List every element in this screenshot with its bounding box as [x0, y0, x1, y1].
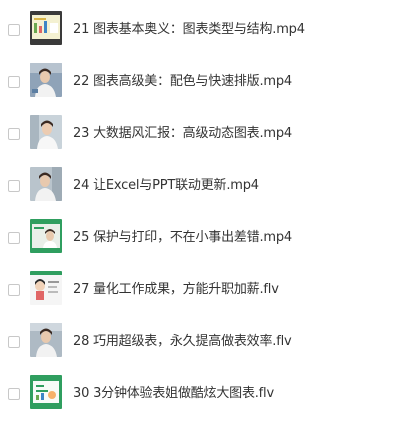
file-name[interactable]: 21 图表基本奥义：图表类型与结构.mp4: [73, 22, 305, 38]
list-item[interactable]: 27 量化工作成果，方能升职加薪.flv: [0, 269, 416, 321]
list-item[interactable]: 30 3分钟体验表姐做酷炫大图表.flv: [0, 373, 416, 425]
list-item[interactable]: 21 图表基本奥义：图表类型与结构.mp4: [0, 9, 416, 61]
list-item[interactable]: 28 巧用超级表，永久提高做表效率.flv: [0, 321, 416, 373]
file-list: 21 图表基本奥义：图表类型与结构.mp4 22 图表高级美：配色与快速排版.m…: [0, 0, 416, 412]
list-item[interactable]: 25 保护与打印，不在小事出差错.mp4: [0, 217, 416, 269]
select-checkbox[interactable]: [8, 76, 20, 88]
presenter-green-slide-thumbnail: [30, 219, 62, 253]
select-checkbox[interactable]: [8, 284, 20, 296]
list-item[interactable]: 23 大数据风汇报：高级动态图表.mp4: [0, 113, 416, 165]
file-name[interactable]: 22 图表高级美：配色与快速排版.mp4: [73, 74, 292, 90]
green-title-slide-thumbnail: [30, 375, 62, 409]
file-name[interactable]: 25 保护与打印，不在小事出差错.mp4: [73, 230, 292, 246]
list-item[interactable]: 22 图表高级美：配色与快速排版.mp4: [0, 61, 416, 113]
presenter-video-thumbnail: [30, 323, 62, 357]
list-item[interactable]: 24 让Excel与PPT联动更新.mp4: [0, 165, 416, 217]
file-name[interactable]: 24 让Excel与PPT联动更新.mp4: [73, 178, 259, 194]
presenter-video-thumbnail: [30, 167, 62, 201]
presenter-video-thumbnail: [30, 115, 62, 149]
chart-slide-thumbnail: [30, 11, 62, 45]
cartoon-slide-thumbnail: [30, 271, 62, 305]
file-name[interactable]: 27 量化工作成果，方能升职加薪.flv: [73, 282, 279, 298]
file-name[interactable]: 28 巧用超级表，永久提高做表效率.flv: [73, 334, 292, 350]
select-checkbox[interactable]: [8, 336, 20, 348]
select-checkbox[interactable]: [8, 388, 20, 400]
presenter-video-thumbnail: [30, 63, 62, 97]
select-checkbox[interactable]: [8, 232, 20, 244]
file-name[interactable]: 23 大数据风汇报：高级动态图表.mp4: [73, 126, 292, 142]
file-name[interactable]: 30 3分钟体验表姐做酷炫大图表.flv: [73, 386, 274, 402]
select-checkbox[interactable]: [8, 24, 20, 36]
select-checkbox[interactable]: [8, 128, 20, 140]
select-checkbox[interactable]: [8, 180, 20, 192]
